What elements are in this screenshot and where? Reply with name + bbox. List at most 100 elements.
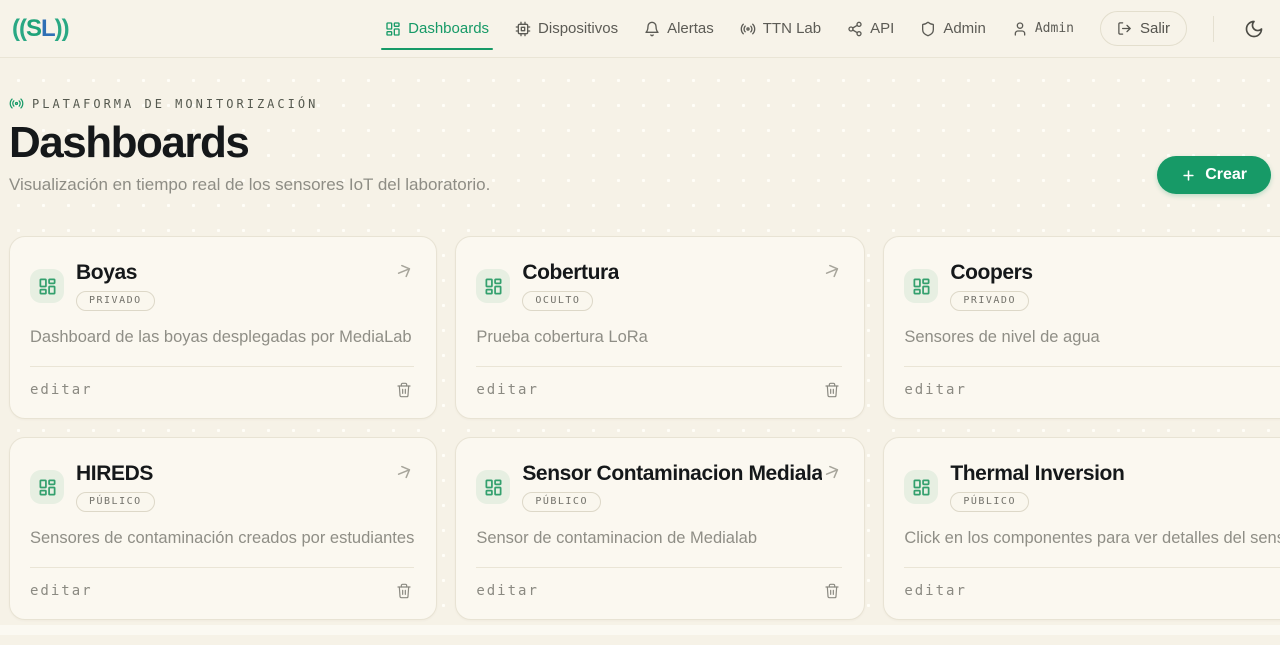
logout-icon	[1117, 21, 1132, 36]
create-label: Crear	[1205, 166, 1247, 184]
nav-item-dashboards[interactable]: Dashboards	[385, 14, 489, 43]
shield-icon	[920, 21, 936, 37]
edit-link[interactable]: editar	[30, 583, 93, 599]
card-titlebox: HIREDS PÚBLICO	[76, 462, 155, 512]
nav-label: Dispositivos	[538, 20, 618, 37]
user-menu[interactable]: Admin	[1012, 15, 1074, 43]
card-footer: editar	[904, 366, 1280, 400]
card-title: Thermal Inversion	[950, 462, 1124, 486]
card-title: Sensor Contaminacion Medialab	[522, 462, 822, 486]
card-footer: editar	[30, 567, 414, 601]
delete-button[interactable]	[822, 380, 842, 400]
card-head: Boyas PRIVADO	[30, 261, 414, 311]
delete-button[interactable]	[394, 380, 414, 400]
edit-link[interactable]: editar	[476, 382, 539, 398]
card-description: Dashboard de las boyas desplegadas por M…	[30, 328, 414, 347]
card-titlebox: Sensor Contaminacion Medialab PÚBLICO	[522, 462, 822, 512]
app-logo[interactable]: ((SL))	[8, 15, 69, 43]
dark-mode-toggle[interactable]	[1240, 15, 1268, 43]
dashboard-card-sensor-contaminacion-medialab[interactable]: Sensor Contaminacion Medialab PÚBLICO Se…	[455, 437, 865, 620]
broadcast-icon	[9, 96, 24, 111]
edit-link[interactable]: editar	[30, 382, 93, 398]
card-title: Cobertura	[522, 261, 619, 285]
bell-icon	[644, 21, 660, 37]
dashboard-card-coopers[interactable]: Coopers PRIVADO Sensores de nivel de agu…	[883, 236, 1280, 419]
card-description: Sensores de contaminación creados por es…	[30, 529, 414, 548]
trash-icon	[396, 583, 412, 599]
plus-icon	[1181, 168, 1196, 183]
arrow-right-icon[interactable]	[394, 261, 414, 281]
edit-link[interactable]: editar	[476, 583, 539, 599]
page-header-text: PLATAFORMA DE MONITORIZACIÓN Dashboards …	[9, 96, 490, 195]
logo-suffix: ))	[55, 15, 69, 42]
card-footer: editar	[476, 567, 842, 601]
delete-button[interactable]	[822, 581, 842, 601]
logo-letter-l: L	[41, 15, 55, 42]
dashboard-grid-icon	[476, 269, 510, 303]
nav-item-ttn-lab[interactable]: TTN Lab	[740, 14, 821, 43]
logo-letter-s: S	[26, 15, 41, 42]
visibility-badge: PRIVADO	[76, 291, 155, 311]
nav-label: Admin	[943, 20, 986, 37]
radio-broadcast-icon	[740, 21, 756, 37]
card-titlebox: Thermal Inversion PÚBLICO	[950, 462, 1124, 512]
logout-button[interactable]: Salir	[1100, 11, 1187, 46]
edit-link[interactable]: editar	[904, 382, 967, 398]
nav-item-api[interactable]: API	[847, 14, 894, 43]
chip-icon	[515, 21, 531, 37]
top-navbar: ((SL)) Dashboards Dispositivos Alertas T…	[0, 0, 1280, 58]
page-header: PLATAFORMA DE MONITORIZACIÓN Dashboards …	[9, 96, 1271, 195]
visibility-badge: PÚBLICO	[76, 492, 155, 512]
card-titlebox: Boyas PRIVADO	[76, 261, 155, 311]
dashboard-grid-icon	[476, 470, 510, 504]
card-footer: editar	[476, 366, 842, 400]
nav-item-dispositivos[interactable]: Dispositivos	[515, 14, 618, 43]
card-description: Prueba cobertura LoRa	[476, 328, 842, 347]
visibility-badge: OCULTO	[522, 291, 593, 311]
page-title: Dashboards	[9, 119, 490, 167]
footer-strip	[0, 625, 1280, 635]
platform-eyebrow: PLATAFORMA DE MONITORIZACIÓN	[9, 96, 490, 111]
card-head: Thermal Inversion PÚBLICO	[904, 462, 1280, 512]
card-head: HIREDS PÚBLICO	[30, 462, 414, 512]
page-subtitle: Visualización en tiempo real de los sens…	[9, 175, 490, 195]
dashboard-grid-icon	[904, 470, 938, 504]
card-title: Boyas	[76, 261, 137, 285]
dashboard-grid-icon	[904, 269, 938, 303]
nav-item-alertas[interactable]: Alertas	[644, 14, 714, 43]
logout-label: Salir	[1140, 20, 1170, 37]
card-footer: editar	[904, 567, 1280, 601]
arrow-right-icon[interactable]	[822, 462, 842, 482]
dashboard-card-hireds[interactable]: HIREDS PÚBLICO Sensores de contaminación…	[9, 437, 437, 620]
card-description: Click en los componentes para ver detall…	[904, 529, 1280, 548]
card-description: Sensores de nivel de agua	[904, 328, 1280, 347]
delete-button[interactable]	[394, 581, 414, 601]
arrow-right-icon[interactable]	[822, 261, 842, 281]
dashboard-card-boyas[interactable]: Boyas PRIVADO Dashboard de las boyas des…	[9, 236, 437, 419]
dashboard-grid-icon	[30, 470, 64, 504]
card-description: Sensor de contaminacion de Medialab	[476, 529, 842, 548]
trash-icon	[824, 583, 840, 599]
moon-icon	[1244, 19, 1264, 39]
edit-link[interactable]: editar	[904, 583, 967, 599]
arrow-right-icon[interactable]	[394, 462, 414, 482]
card-title: HIREDS	[76, 462, 153, 486]
nav-item-admin[interactable]: Admin	[920, 14, 986, 43]
dashboard-card-thermal-inversion[interactable]: Thermal Inversion PÚBLICO Click en los c…	[883, 437, 1280, 620]
visibility-badge: PÚBLICO	[950, 492, 1029, 512]
dashboard-card-cobertura[interactable]: Cobertura OCULTO Prueba cobertura LoRa e…	[455, 236, 865, 419]
trash-icon	[824, 382, 840, 398]
nav-menu: Dashboards Dispositivos Alertas TTN Lab …	[385, 11, 1268, 46]
nav-label: TTN Lab	[763, 20, 821, 37]
nav-label: Alertas	[667, 20, 714, 37]
share-network-icon	[847, 21, 863, 37]
visibility-badge: PRIVADO	[950, 291, 1029, 311]
nav-divider	[1213, 16, 1214, 42]
create-dashboard-button[interactable]: Crear	[1157, 156, 1271, 194]
card-head: Coopers PRIVADO	[904, 261, 1280, 311]
card-titlebox: Coopers PRIVADO	[950, 261, 1032, 311]
card-title: Coopers	[950, 261, 1032, 285]
visibility-badge: PÚBLICO	[522, 492, 601, 512]
card-head: Cobertura OCULTO	[476, 261, 842, 311]
dashboard-card-grid: Boyas PRIVADO Dashboard de las boyas des…	[9, 236, 1271, 620]
